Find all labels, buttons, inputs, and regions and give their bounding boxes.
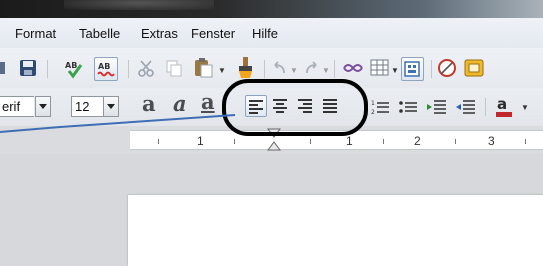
annotation-pointer-line [0, 114, 236, 133]
